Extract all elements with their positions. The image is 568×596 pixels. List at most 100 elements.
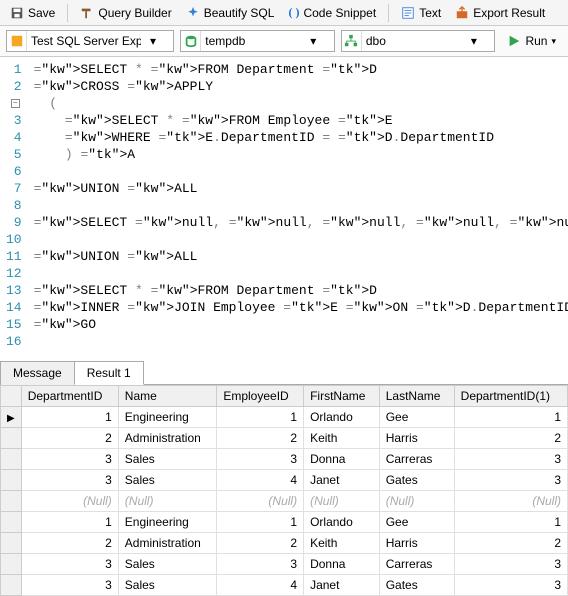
- results-grid[interactable]: DepartmentIDNameEmployeeIDFirstNameLastN…: [0, 385, 568, 596]
- cell[interactable]: 1: [21, 512, 118, 533]
- table-row[interactable]: 3Sales4JanetGates3: [1, 575, 568, 596]
- cell[interactable]: 2: [217, 428, 304, 449]
- cell[interactable]: 3: [21, 575, 118, 596]
- chevron-down-icon[interactable]: ▾: [551, 36, 556, 47]
- cell[interactable]: Sales: [118, 554, 217, 575]
- cell[interactable]: 3: [217, 449, 304, 470]
- cell[interactable]: Harris: [379, 428, 454, 449]
- chevron-down-icon[interactable]: ▾: [466, 34, 482, 48]
- table-row[interactable]: 3Sales4JanetGates3: [1, 470, 568, 491]
- cell[interactable]: Administration: [118, 428, 217, 449]
- cell[interactable]: 3: [21, 449, 118, 470]
- cell[interactable]: (Null): [118, 491, 217, 512]
- tab-message[interactable]: Message: [0, 361, 75, 385]
- column-header[interactable]: Name: [118, 386, 217, 407]
- tab-result[interactable]: Result 1: [74, 361, 144, 385]
- sql-editor[interactable]: 12− 345678910111213141516 ="kw">SELECT *…: [0, 57, 568, 354]
- cell[interactable]: (Null): [21, 491, 118, 512]
- schema-input[interactable]: [362, 31, 466, 51]
- code-area[interactable]: ="kw">SELECT * ="kw">FROM Department ="t…: [34, 61, 568, 350]
- cell[interactable]: (Null): [454, 491, 567, 512]
- cell[interactable]: 2: [454, 533, 567, 554]
- cell[interactable]: (Null): [379, 491, 454, 512]
- cell[interactable]: 1: [217, 407, 304, 428]
- cell[interactable]: 3: [217, 554, 304, 575]
- export-button[interactable]: Export Result: [451, 4, 549, 22]
- schema-combo[interactable]: ▾: [341, 30, 496, 52]
- cell[interactable]: 3: [454, 575, 567, 596]
- cell[interactable]: 3: [21, 554, 118, 575]
- cell[interactable]: Sales: [118, 575, 217, 596]
- cell[interactable]: Engineering: [118, 407, 217, 428]
- cell[interactable]: 3: [454, 449, 567, 470]
- cell[interactable]: Sales: [118, 470, 217, 491]
- row-header[interactable]: [1, 512, 22, 533]
- server-input[interactable]: [27, 31, 145, 51]
- cell[interactable]: 3: [454, 554, 567, 575]
- cell[interactable]: Gates: [379, 470, 454, 491]
- snippet-button[interactable]: ( ) Code Snippet: [284, 3, 380, 22]
- cell[interactable]: Keith: [304, 428, 380, 449]
- text-button[interactable]: Text: [397, 4, 445, 22]
- cell[interactable]: Gee: [379, 407, 454, 428]
- column-header[interactable]: LastName: [379, 386, 454, 407]
- row-header[interactable]: [1, 533, 22, 554]
- cell[interactable]: 2: [21, 533, 118, 554]
- table-row[interactable]: 2Administration2KeithHarris2: [1, 533, 568, 554]
- row-header[interactable]: [1, 491, 22, 512]
- cell[interactable]: Donna: [304, 554, 380, 575]
- cell[interactable]: Janet: [304, 470, 380, 491]
- row-header[interactable]: [1, 470, 22, 491]
- table-row[interactable]: (Null)(Null)(Null)(Null)(Null)(Null): [1, 491, 568, 512]
- cell[interactable]: 3: [454, 470, 567, 491]
- cell[interactable]: Engineering: [118, 512, 217, 533]
- cell[interactable]: (Null): [304, 491, 380, 512]
- cell[interactable]: Orlando: [304, 512, 380, 533]
- cell[interactable]: Janet: [304, 575, 380, 596]
- cell[interactable]: 4: [217, 575, 304, 596]
- cell[interactable]: 1: [454, 407, 567, 428]
- cell[interactable]: 1: [454, 512, 567, 533]
- cell[interactable]: 1: [217, 512, 304, 533]
- table-row[interactable]: ▶1Engineering1OrlandoGee1: [1, 407, 568, 428]
- cell[interactable]: 1: [21, 407, 118, 428]
- row-header[interactable]: [1, 554, 22, 575]
- cell[interactable]: Orlando: [304, 407, 380, 428]
- query-builder-button[interactable]: Query Builder: [76, 4, 175, 22]
- server-combo[interactable]: ▾: [6, 30, 174, 52]
- cell[interactable]: 3: [21, 470, 118, 491]
- chevron-down-icon[interactable]: ▾: [145, 34, 161, 48]
- cell[interactable]: 2: [21, 428, 118, 449]
- beautify-button[interactable]: Beautify SQL: [182, 4, 279, 22]
- table-row[interactable]: 2Administration2KeithHarris2: [1, 428, 568, 449]
- table-row[interactable]: 1Engineering1OrlandoGee1: [1, 512, 568, 533]
- table-row[interactable]: 3Sales3DonnaCarreras3: [1, 554, 568, 575]
- row-header[interactable]: [1, 575, 22, 596]
- cell[interactable]: 4: [217, 470, 304, 491]
- row-header[interactable]: [1, 449, 22, 470]
- save-button[interactable]: Save: [6, 4, 59, 22]
- table-row[interactable]: 3Sales3DonnaCarreras3: [1, 449, 568, 470]
- row-header[interactable]: [1, 428, 22, 449]
- cell[interactable]: Administration: [118, 533, 217, 554]
- cell[interactable]: Donna: [304, 449, 380, 470]
- cell[interactable]: Carreras: [379, 449, 454, 470]
- database-combo[interactable]: ▾: [180, 30, 335, 52]
- cell[interactable]: Gee: [379, 512, 454, 533]
- cell[interactable]: 2: [454, 428, 567, 449]
- cell[interactable]: 2: [217, 533, 304, 554]
- database-input[interactable]: [201, 31, 305, 51]
- cell[interactable]: Keith: [304, 533, 380, 554]
- column-header[interactable]: DepartmentID(1): [454, 386, 567, 407]
- cell[interactable]: Sales: [118, 449, 217, 470]
- column-header[interactable]: DepartmentID: [21, 386, 118, 407]
- cell[interactable]: (Null): [217, 491, 304, 512]
- column-header[interactable]: EmployeeID: [217, 386, 304, 407]
- column-header[interactable]: FirstName: [304, 386, 380, 407]
- cell[interactable]: Harris: [379, 533, 454, 554]
- row-header[interactable]: ▶: [1, 407, 22, 428]
- cell[interactable]: Carreras: [379, 554, 454, 575]
- run-button[interactable]: Run ▾: [501, 32, 562, 50]
- cell[interactable]: Gates: [379, 575, 454, 596]
- chevron-down-icon[interactable]: ▾: [305, 34, 321, 48]
